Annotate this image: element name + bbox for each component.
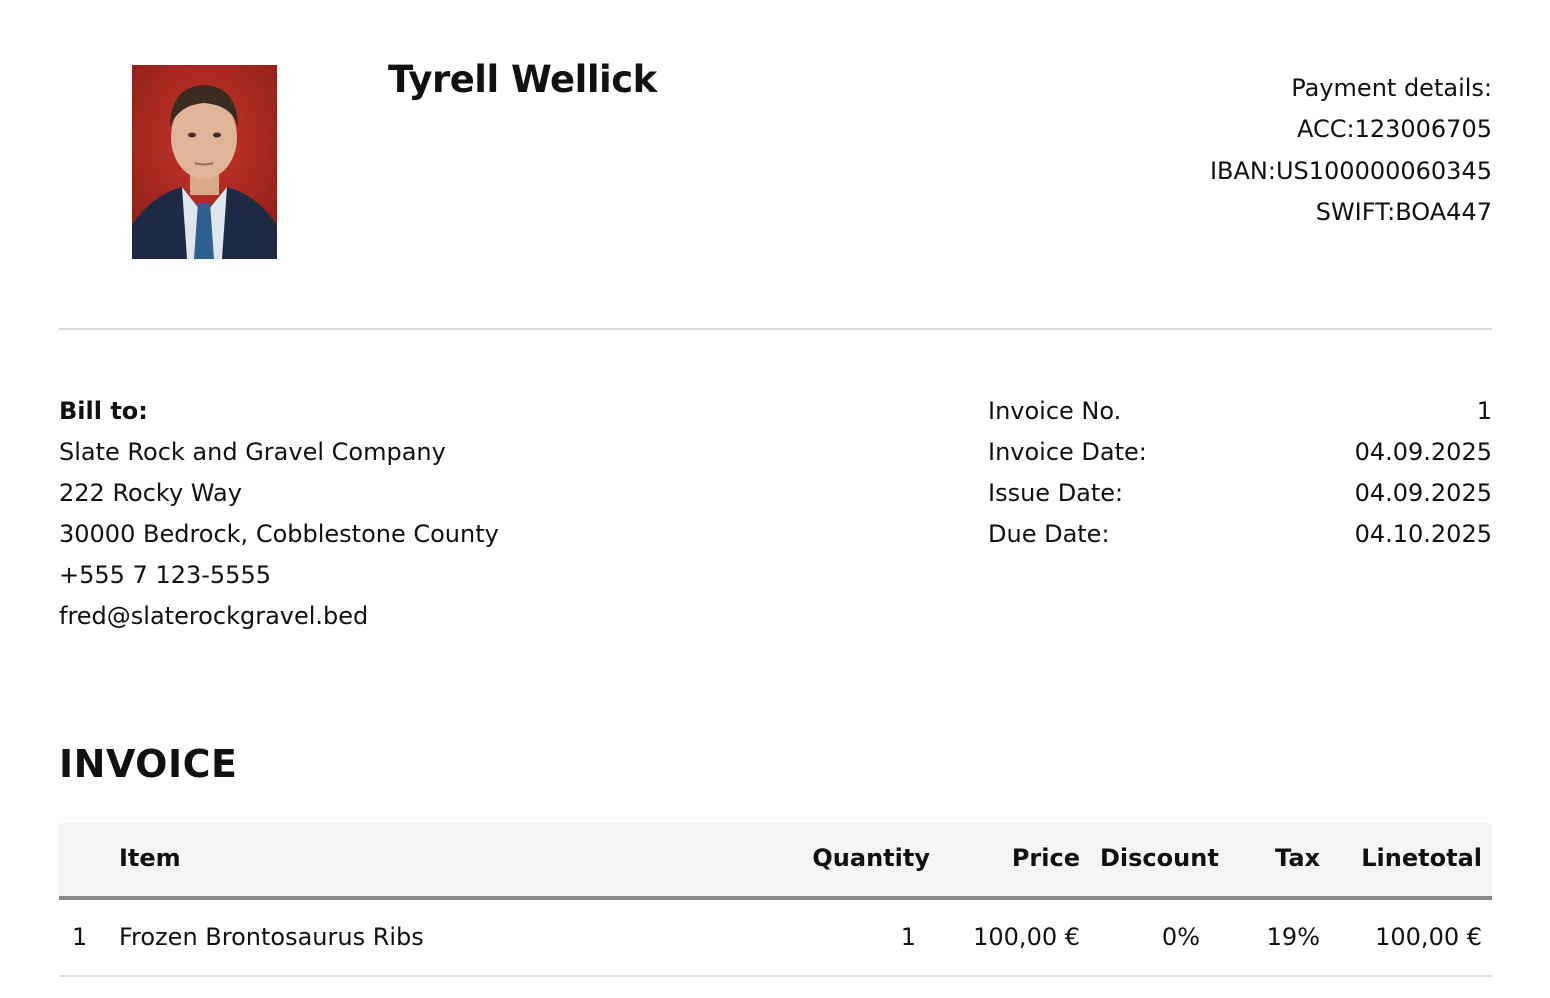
meta-value: 1 bbox=[1476, 397, 1492, 425]
bill-to-company: Slate Rock and Gravel Company bbox=[59, 438, 446, 466]
column-header-tax: Tax bbox=[1275, 844, 1320, 872]
row-tax: 19% bbox=[1266, 923, 1320, 951]
meta-label: Invoice Date: bbox=[988, 438, 1147, 466]
column-header-price: Price bbox=[1011, 844, 1080, 872]
table-row: 1 Frozen Brontosaurus Ribs 1 100,00 € 0%… bbox=[59, 900, 1492, 977]
row-item: Frozen Brontosaurus Ribs bbox=[119, 923, 424, 951]
meta-row-issue-date: Issue Date: 04.09.2025 bbox=[988, 473, 1492, 514]
invoice-title: INVOICE bbox=[59, 742, 238, 786]
meta-value: 04.10.2025 bbox=[1354, 520, 1492, 548]
meta-value: 04.09.2025 bbox=[1354, 438, 1492, 466]
bill-to-block: Bill to: Slate Rock and Gravel Company 2… bbox=[59, 391, 499, 637]
meta-row-invoice-date: Invoice Date: 04.09.2025 bbox=[988, 432, 1492, 473]
row-quantity: 1 bbox=[900, 923, 916, 951]
sender-name: Tyrell Wellick bbox=[388, 58, 657, 101]
meta-value: 04.09.2025 bbox=[1354, 479, 1492, 507]
column-header-discount: Discount bbox=[1100, 844, 1219, 872]
payment-details-heading: Payment details: bbox=[1291, 74, 1492, 102]
row-discount: 0% bbox=[1161, 923, 1200, 951]
bill-to-heading: Bill to: bbox=[59, 397, 148, 425]
row-index: 1 bbox=[72, 923, 88, 951]
payment-iban: IBAN:US100000060345 bbox=[1209, 156, 1492, 185]
meta-label: Issue Date: bbox=[988, 479, 1124, 507]
payment-swift: SWIFT:BOA447 bbox=[1315, 197, 1492, 226]
payment-details: Payment details: ACC:123006705 IBAN:US10… bbox=[1210, 68, 1492, 233]
meta-row-invoice-no: Invoice No. 1 bbox=[988, 391, 1492, 432]
profile-photo bbox=[132, 65, 277, 259]
table-header: Item Quantity Price Discount Tax Linetot… bbox=[59, 823, 1492, 900]
meta-label: Due Date: bbox=[988, 520, 1110, 548]
header-divider bbox=[59, 328, 1492, 330]
meta-row-due-date: Due Date: 04.10.2025 bbox=[988, 514, 1492, 555]
bill-to-street: 222 Rocky Way bbox=[59, 479, 242, 507]
bill-to-phone: +555 7 123-5555 bbox=[59, 561, 271, 589]
invoice-meta: Invoice No. 1 Invoice Date: 04.09.2025 I… bbox=[988, 391, 1492, 555]
meta-label: Invoice No. bbox=[988, 397, 1122, 425]
row-linetotal: 100,00 € bbox=[1375, 923, 1482, 951]
bill-to-city: 30000 Bedrock, Cobblestone County bbox=[59, 520, 499, 548]
column-header-linetotal: Linetotal bbox=[1361, 844, 1482, 872]
row-price: 100,00 € bbox=[973, 923, 1080, 951]
column-header-item: Item bbox=[119, 844, 181, 872]
column-header-quantity: Quantity bbox=[812, 844, 930, 872]
payment-acc: ACC:123006705 bbox=[1296, 115, 1492, 144]
bill-to-email: fred@slaterockgravel.bed bbox=[59, 602, 369, 630]
